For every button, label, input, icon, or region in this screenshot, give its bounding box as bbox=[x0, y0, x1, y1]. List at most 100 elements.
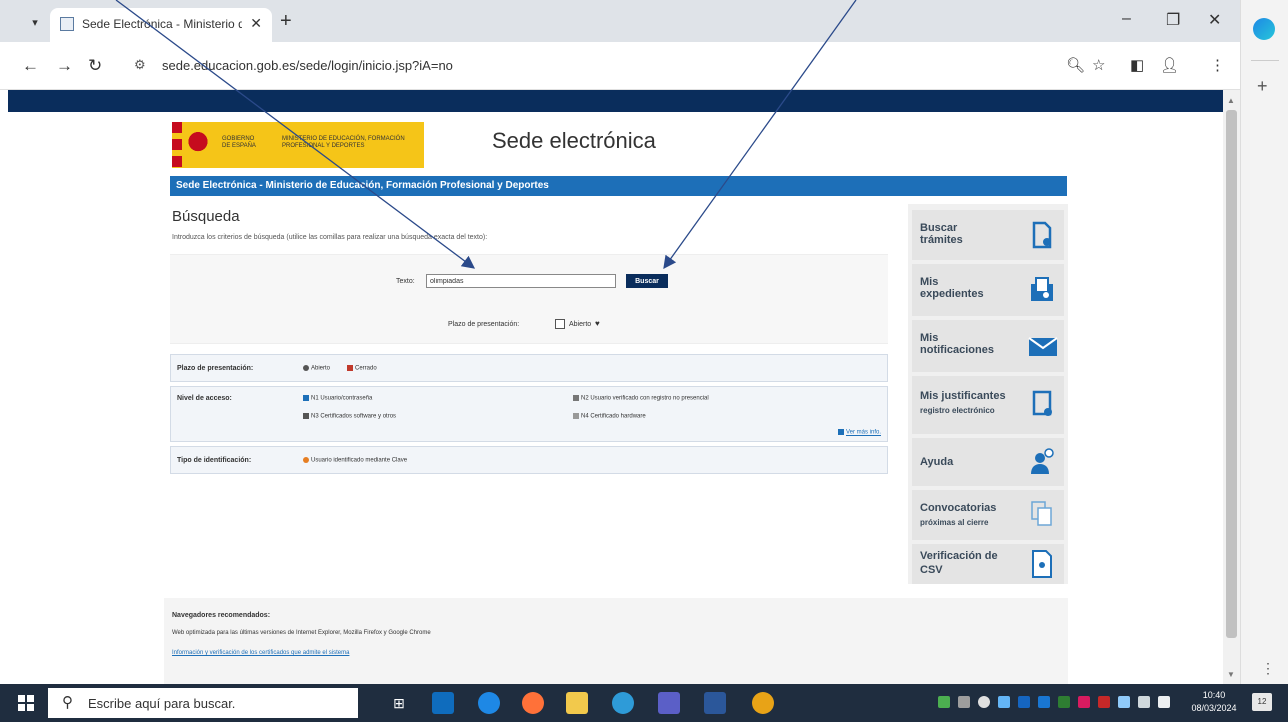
sidebar-item-label: Convocatorias bbox=[920, 502, 997, 514]
software-cert-icon bbox=[303, 413, 309, 419]
legend-identification-panel: Tipo de identificación: Usuario identifi… bbox=[170, 446, 888, 474]
profile-icon[interactable]: 👤︎ bbox=[1160, 56, 1179, 74]
zoom-icon[interactable]: 🔍︎ bbox=[1066, 56, 1085, 74]
tray-app-icon[interactable] bbox=[978, 696, 990, 708]
tray-app-icon[interactable] bbox=[1038, 696, 1050, 708]
calls-documents-icon bbox=[1031, 501, 1052, 526]
plus-box-icon bbox=[837, 429, 844, 435]
new-tab-button[interactable]: + bbox=[280, 10, 292, 33]
add-panel-icon[interactable]: + bbox=[1257, 76, 1268, 97]
bookmark-star-icon[interactable]: ☆ bbox=[1092, 56, 1105, 74]
tray-app-icon[interactable] bbox=[1078, 696, 1090, 708]
sidebar-item-label-2: trámites bbox=[920, 234, 963, 246]
maximize-button[interactable]: ❐ bbox=[1166, 10, 1180, 30]
url-text[interactable]: sede.educacion.gob.es/sede/login/inicio.… bbox=[162, 58, 453, 73]
edge-side-panel: + ⋮ bbox=[1240, 0, 1288, 684]
open-deadline-checkbox[interactable] bbox=[555, 319, 565, 329]
tray-app-icon[interactable] bbox=[1058, 696, 1070, 708]
legend-n2: N2 Usuario verificado con registro no pr… bbox=[573, 395, 709, 402]
copilot-icon[interactable] bbox=[1253, 18, 1275, 40]
certificates-info-link[interactable]: Información y verificación de los certif… bbox=[172, 650, 349, 656]
notifications-badge[interactable]: 12 bbox=[1252, 693, 1272, 711]
side-panel-divider bbox=[1251, 60, 1279, 61]
open-heart-icon bbox=[303, 365, 309, 371]
logo-ministry-text: MINISTERIO DE EDUCACIÓN, FORMACIÓN PROFE… bbox=[282, 136, 405, 149]
volume-icon[interactable] bbox=[1158, 696, 1170, 708]
scroll-down-icon[interactable]: ▼ bbox=[1227, 670, 1235, 679]
sidebar-item-mis-justificantes[interactable]: Mis justificantes registro electrónico bbox=[912, 376, 1064, 434]
page-viewport: GOBIERNO DE ESPAÑA MINISTERIO DE EDUCACI… bbox=[8, 90, 1223, 684]
envelope-icon bbox=[1028, 337, 1058, 356]
file-explorer-icon[interactable] bbox=[566, 692, 588, 714]
legend-identification-title: Tipo de identificación: bbox=[177, 457, 252, 464]
government-logo[interactable]: GOBIERNO DE ESPAÑA MINISTERIO DE EDUCACI… bbox=[172, 122, 424, 168]
close-window-button[interactable]: ✕ bbox=[1208, 10, 1221, 30]
legend-n3-text: N3 Certificados software y otros bbox=[311, 413, 397, 420]
top-band bbox=[8, 90, 1223, 112]
search-instructions: Introduzca los criterios de búsqueda (ut… bbox=[172, 234, 488, 241]
minimize-button[interactable]: – bbox=[1122, 10, 1131, 28]
tab-close-icon[interactable]: ✕ bbox=[250, 15, 262, 32]
battery-icon[interactable] bbox=[1138, 696, 1150, 708]
tray-app-icon[interactable] bbox=[958, 696, 970, 708]
page-heading: Búsqueda bbox=[172, 208, 240, 225]
sidebar-item-buscar-tramites[interactable]: Buscar trámites bbox=[912, 210, 1064, 260]
taskbar-search-placeholder[interactable]: Escribe aquí para buscar. bbox=[88, 696, 235, 711]
search-icon: ⚲ bbox=[62, 694, 73, 711]
outlook-icon[interactable] bbox=[432, 692, 454, 714]
legend-closed: Cerrado bbox=[347, 365, 377, 372]
tab-search-chevron-icon[interactable]: ▾ bbox=[26, 14, 44, 32]
tray-app-icon[interactable] bbox=[1098, 696, 1110, 708]
windows-start-icon[interactable] bbox=[18, 695, 34, 711]
sidebar-item-convocatorias[interactable]: Convocatorias próximas al cierre bbox=[912, 490, 1064, 540]
teams-icon[interactable] bbox=[658, 692, 680, 714]
reload-icon[interactable]: ↻ bbox=[88, 56, 102, 76]
sidebar-item-label: Mis bbox=[920, 276, 939, 288]
tray-app-icon[interactable] bbox=[998, 696, 1010, 708]
wifi-icon[interactable] bbox=[1118, 696, 1130, 708]
sidebar-item-label-2: notificaciones bbox=[920, 344, 994, 356]
more-info-link[interactable]: Ver más info. bbox=[837, 429, 881, 436]
search-input[interactable] bbox=[426, 274, 616, 288]
word-icon[interactable] bbox=[704, 692, 726, 714]
legend-n3: N3 Certificados software y otros bbox=[303, 413, 396, 420]
back-arrow-icon[interactable]: ← bbox=[22, 56, 39, 76]
menu-dots-icon[interactable]: ⋮ bbox=[1210, 56, 1225, 74]
side-panel-icon[interactable]: ◧ bbox=[1130, 56, 1144, 74]
page-scrollbar[interactable]: ▲ ▼ bbox=[1223, 90, 1240, 684]
address-bar[interactable]: ⚙ sede.educacion.gob.es/sede/login/inici… bbox=[120, 50, 1132, 82]
chrome-icon[interactable] bbox=[752, 692, 774, 714]
sidebar-item-label-2: próximas al cierre bbox=[920, 518, 989, 527]
footer-title: Navegadores recomendados: bbox=[172, 612, 271, 619]
sidebar-item-mis-notificaciones[interactable]: Mis notificaciones bbox=[912, 320, 1064, 372]
tray-app-icon[interactable] bbox=[938, 696, 950, 708]
ministry-banner-text[interactable]: Sede Electrónica - Ministerio de Educaci… bbox=[176, 180, 549, 191]
legend-access-title: Nivel de acceso: bbox=[177, 395, 232, 402]
taskbar-search-box[interactable]: ⚲ Escribe aquí para buscar. bbox=[48, 688, 358, 718]
browser-tab[interactable]: Sede Electrónica - Ministerio de ... ✕ bbox=[50, 8, 272, 42]
firefox-icon[interactable] bbox=[522, 692, 544, 714]
sidebar-item-mis-expedientes[interactable]: Mis expedientes bbox=[912, 264, 1064, 316]
open-status-icon: ♥ bbox=[595, 319, 600, 328]
legend-clave: Usuario identificado mediante Clave bbox=[303, 457, 407, 464]
edge-legacy-icon[interactable] bbox=[478, 692, 500, 714]
more-info-text[interactable]: Ver más info. bbox=[846, 430, 881, 436]
legend-deadline-panel: Plazo de presentación: Abierto Cerrado bbox=[170, 354, 888, 382]
site-footer: Navegadores recomendados: Web optimizada… bbox=[164, 598, 1068, 684]
scroll-up-icon[interactable]: ▲ bbox=[1227, 96, 1235, 105]
sidebar-item-ayuda[interactable]: Ayuda bbox=[912, 438, 1064, 486]
tray-app-icon[interactable] bbox=[1018, 696, 1030, 708]
task-view-icon[interactable]: ⊞ bbox=[388, 692, 410, 714]
site-info-icon[interactable]: ⚙ bbox=[134, 57, 146, 73]
forward-arrow-icon[interactable]: → bbox=[56, 56, 73, 76]
scrollbar-thumb[interactable] bbox=[1226, 110, 1237, 638]
edge-icon[interactable] bbox=[612, 692, 634, 714]
sidebar-item-verificacion-csv[interactable]: Verificación de CSV bbox=[912, 544, 1064, 584]
legend-n4-text: N4 Certificado hardware bbox=[581, 413, 646, 420]
side-panel-settings-icon[interactable]: ⋮ bbox=[1261, 660, 1275, 677]
legend-closed-text: Cerrado bbox=[355, 365, 377, 372]
receipt-icon bbox=[1032, 390, 1052, 416]
quick-access-sidebar: Buscar trámites Mis expedientes Mis noti… bbox=[908, 204, 1068, 584]
search-button[interactable]: Buscar bbox=[626, 274, 668, 288]
taskbar-clock[interactable]: 10:40 08/03/2024 bbox=[1184, 689, 1244, 715]
